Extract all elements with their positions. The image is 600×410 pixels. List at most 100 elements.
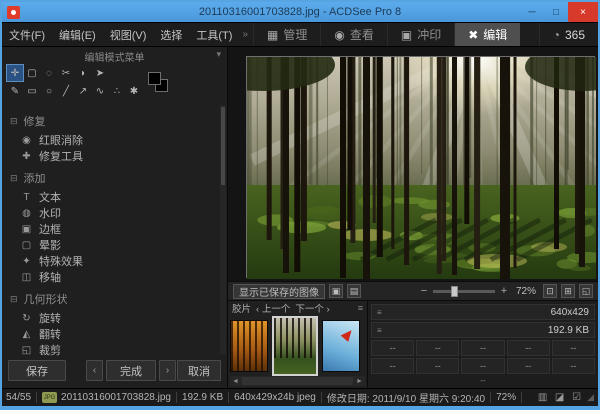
- points-tool-icon[interactable]: ∴: [109, 83, 125, 99]
- sidebar-item-crop[interactable]: ◱ 裁剪: [2, 342, 227, 356]
- sidebar-item-flip[interactable]: ◭ 翻转: [2, 326, 227, 342]
- watermark-icon: ◍: [20, 208, 33, 219]
- image-file-size: 192.9 KB: [548, 325, 589, 336]
- tab-view[interactable]: ◉ 查看: [320, 23, 387, 46]
- menu-tools[interactable]: 工具(T): [189, 23, 239, 46]
- saved-image-icon[interactable]: ▣: [329, 284, 343, 298]
- show-saved-image-button[interactable]: 显示已保存的图像: [233, 284, 325, 299]
- original-image-icon[interactable]: ▤: [347, 284, 361, 298]
- zoom-in-button[interactable]: +: [499, 285, 509, 297]
- section-add[interactable]: ⊟ 添加: [2, 164, 227, 189]
- scroll-left-icon[interactable]: ◄: [230, 378, 241, 385]
- rotate-icon: ↻: [20, 313, 33, 324]
- save-button[interactable]: 保存: [8, 360, 66, 381]
- item-label: 特殊效果: [39, 253, 83, 269]
- arrow-tool-icon[interactable]: ↗: [75, 83, 91, 99]
- marquee-select-tool-icon[interactable]: ▢: [24, 65, 40, 81]
- thumbnail-sky[interactable]: [322, 320, 360, 372]
- zoom-slider-handle[interactable]: [451, 286, 458, 297]
- tab-edit[interactable]: ✖ 编辑: [454, 23, 520, 46]
- section-geometry[interactable]: ⊟ 几何形状: [2, 285, 227, 310]
- tab-manage[interactable]: ▦ 管理: [253, 23, 320, 46]
- view-controls-bar: 显示已保存的图像 ▣ ▤ − + 72% ⊡ ⊞ ◱: [228, 281, 598, 300]
- polygon-select-tool-icon[interactable]: ◗: [75, 65, 91, 81]
- done-button[interactable]: 完成: [106, 360, 156, 381]
- exif-cell: --: [461, 340, 504, 356]
- thumbnail-forest-selected[interactable]: [272, 316, 318, 376]
- section-geometry-label: 几何形状: [24, 291, 68, 307]
- jpg-file-icon: JPG: [42, 392, 57, 403]
- sidebar-item-rotate[interactable]: ↻ 旋转: [2, 310, 227, 326]
- zoom-out-button[interactable]: −: [419, 285, 429, 297]
- menu-select[interactable]: 选择: [153, 23, 189, 46]
- previous-image-button[interactable]: ‹: [86, 360, 103, 381]
- menu-file[interactable]: 文件(F): [2, 23, 52, 46]
- menu-overflow-icon[interactable]: »: [239, 23, 251, 46]
- pointer-tool-icon[interactable]: ➤: [92, 65, 108, 81]
- actual-size-icon[interactable]: ⊡: [543, 284, 557, 298]
- compare-toggle-icon[interactable]: ◪: [553, 391, 566, 404]
- section-repair-label: 修复: [24, 113, 46, 129]
- color-swatches[interactable]: [148, 72, 172, 96]
- select-toggle-icon[interactable]: ☑: [570, 391, 583, 404]
- thumbnail-autumn[interactable]: [230, 320, 268, 372]
- item-label: 边框: [39, 221, 61, 237]
- collapse-icon: ⊟: [10, 294, 18, 305]
- sidebar-item-text[interactable]: T 文本: [2, 189, 227, 205]
- filmstrip-scrollbar[interactable]: ◄ ►: [230, 376, 365, 386]
- tilt-shift-icon: ◫: [20, 272, 33, 283]
- panel-actions: 保存 ‹ 完成 › 取消: [2, 356, 227, 388]
- previous-button[interactable]: ‹ 上一个: [256, 301, 290, 315]
- collapse-icon: ⊟: [10, 116, 18, 127]
- fullscreen-icon[interactable]: ◱: [579, 284, 593, 298]
- ellipse-tool-icon[interactable]: ○: [41, 83, 57, 99]
- lasso-select-tool-icon[interactable]: ◌: [41, 65, 57, 81]
- sidebar-item-red-eye[interactable]: ◉ 红眼消除: [2, 132, 227, 148]
- line-tool-icon[interactable]: ╱: [58, 83, 74, 99]
- collapse-icon: ⊟: [10, 173, 18, 184]
- eyedropper-tool-icon[interactable]: ✎: [7, 83, 23, 99]
- grid-icon: ▦: [267, 28, 278, 42]
- exif-cell: --: [416, 358, 459, 374]
- sidebar-item-special-effects[interactable]: ✦ 特殊效果: [2, 253, 227, 269]
- sidebar-item-tilt-shift[interactable]: ◫ 移轴: [2, 269, 227, 285]
- status-image-info: 640x429x24b jpeg: [234, 392, 316, 403]
- section-repair[interactable]: ⊟ 修复: [2, 107, 227, 132]
- zoom-level[interactable]: 72%: [513, 286, 539, 297]
- foreground-color-swatch[interactable]: [148, 72, 161, 85]
- exif-cell: --: [552, 358, 595, 374]
- fit-image-icon[interactable]: ⊞: [561, 284, 575, 298]
- filmstrip-menu-icon[interactable]: ≡: [358, 303, 363, 313]
- next-image-button[interactable]: ›: [159, 360, 176, 381]
- magic-wand-tool-icon[interactable]: ✂: [58, 65, 74, 81]
- menu-view[interactable]: 视图(V): [103, 23, 154, 46]
- sidebar-item-heal-tool[interactable]: ✚ 修复工具: [2, 148, 227, 164]
- sidebar-item-vignette[interactable]: ▢ 晕影: [2, 237, 227, 253]
- effects-tool-icon[interactable]: ✱: [126, 83, 142, 99]
- sidebar-item-border[interactable]: ▣ 边框: [2, 221, 227, 237]
- edit-tools-icon: ✖: [468, 28, 478, 42]
- sidebar-item-watermark[interactable]: ◍ 水印: [2, 205, 227, 221]
- thumbnails-toggle-icon[interactable]: ▥: [536, 391, 549, 404]
- item-label: 晕影: [39, 237, 61, 253]
- zoom-slider[interactable]: [433, 290, 495, 293]
- tab-print[interactable]: ▣ 冲印: [387, 23, 454, 46]
- rectangle-tool-icon[interactable]: ▭: [24, 83, 40, 99]
- curve-tool-icon[interactable]: ∿: [92, 83, 108, 99]
- section-add-label: 添加: [24, 170, 46, 186]
- next-button[interactable]: 下一个 ›: [295, 301, 329, 315]
- resize-grip[interactable]: ◢: [587, 392, 594, 403]
- panel-scrollbar[interactable]: [220, 105, 226, 354]
- scroll-right-icon[interactable]: ►: [354, 378, 365, 385]
- tab-365[interactable]: ◔ 365: [539, 23, 598, 46]
- edit-panel-header[interactable]: 编辑模式菜单 ▾: [2, 47, 227, 62]
- menu-edit[interactable]: 编辑(E): [52, 23, 103, 46]
- image-canvas[interactable]: [228, 47, 598, 281]
- picture-icon: ▣: [401, 28, 412, 42]
- pan-tool-icon[interactable]: ✛: [7, 65, 23, 81]
- item-label: 裁剪: [39, 342, 61, 356]
- panel-scrollbar-thumb[interactable]: [221, 107, 225, 185]
- filmstrip-scrollbar-track[interactable]: [242, 377, 353, 385]
- cancel-button[interactable]: 取消: [177, 360, 221, 381]
- info-panel-handle[interactable]: --: [371, 376, 595, 385]
